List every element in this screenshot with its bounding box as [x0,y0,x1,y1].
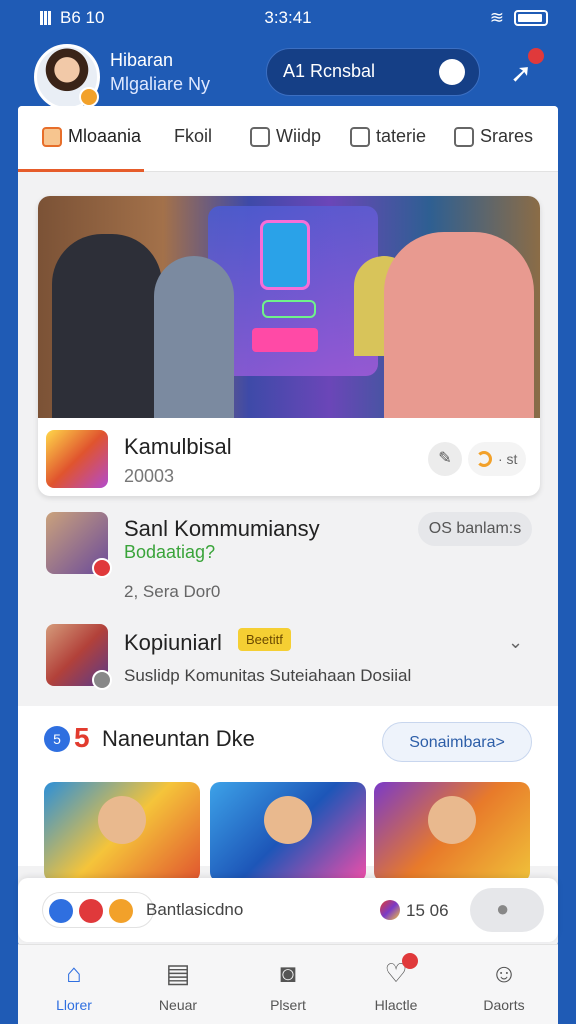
list-subtitle: Suslidp Komunitas Suteiahaan Dosiial [124,666,412,685]
camera-icon: ◙ [280,958,296,988]
hero-image [38,196,540,418]
notification-dot [402,953,418,969]
send-button[interactable]: ➚ [504,48,544,90]
record-icon [92,558,112,578]
nav-item-profile[interactable]: ☺ Daorts [464,957,544,1013]
hero-person [52,234,162,418]
main-panel: Mloaania Fkoil Wiidp taterie Srares Kamu… [18,106,558,946]
nav-item-camera[interactable]: ◙ Plsert [248,957,328,1013]
tab-label: Fkoil [174,126,213,146]
hero-phone [260,220,310,290]
tab-srares[interactable]: Srares [454,126,533,147]
smile-icon[interactable] [109,899,133,923]
app-header: Hibaran Mlgaliare Ny A1 Rcnsbal ➚ [0,36,576,112]
list-meta: 2, Sera Dor0 [124,582,221,601]
notification-dot [528,48,544,64]
game-tile[interactable] [374,782,530,882]
home-icon [42,126,62,147]
share-count: 15 06 [380,900,449,921]
game-tile[interactable] [44,782,200,882]
lock-icon[interactable] [79,899,103,923]
recommended-section: 5 5 Naneuntan Dke Sonaimbara> [18,706,558,882]
tab-wiidp[interactable]: Wiidp [250,126,321,147]
status-bar: B6 10 3:3:41 ≋ [0,0,576,36]
list-item[interactable]: Sanl Kommumiansy Bodaatiag? 2, Sera Dor0… [18,506,558,610]
share-icon [454,126,474,147]
tab-label: Mloaania [68,126,142,146]
wifi-icon: ≋ [489,8,504,27]
list-title: Kopiuniarl [124,630,222,655]
tab-fkoil[interactable]: Fkoil [174,126,212,147]
edit-button[interactable]: ✎ [428,442,462,476]
share-icons[interactable] [42,892,154,928]
home-icon: ⌂ [66,958,82,988]
share-text: Bantlasicdno [146,900,244,919]
share-count-value: 15 06 [406,901,449,920]
hero-glow [262,300,316,318]
nav-item-news[interactable]: ▤ Neuar [138,957,218,1013]
hero-tray [252,328,318,352]
loader-icon [476,451,492,467]
search-pill[interactable]: A1 Rcnsbal [266,48,480,96]
tab-label: Wiidp [276,126,322,146]
nav-label: Neuar [158,997,198,1013]
twitter-icon[interactable] [49,899,73,923]
nav-label: Hlactle [374,997,418,1013]
tile-image [428,796,476,844]
tab-home[interactable]: Mloaania [42,126,141,147]
wand-icon: ✎ [438,450,452,467]
list-subtitle: Bodaatiag? [124,542,216,562]
game-tile[interactable] [210,782,366,882]
tab-label: taterie [376,126,427,146]
list-item[interactable]: Kopiuniarl Beetitf Suslidp Komunitas Sut… [18,620,558,710]
list-thumbnail [46,624,112,690]
action-label: · st [498,451,518,467]
tab-bar: Mloaania Fkoil Wiidp taterie Srares [18,106,558,172]
tab-label: Srares [480,126,534,146]
list-tag: Beetitf [238,628,291,651]
avatar[interactable] [34,44,100,110]
news-icon: ▤ [165,958,191,988]
nav-label: Plsert [270,997,306,1013]
active-tab-indicator [18,169,144,172]
badge-icon: 5 [44,726,70,752]
battery-icon [514,10,548,26]
user-button[interactable]: ● [470,888,544,932]
action-button[interactable]: · st [468,442,526,476]
bottom-nav: ⌂ Llorer ▤ Neuar ◙ Plsert ♡ Hlactle ☺ Daorts [18,944,558,1024]
section-title: Naneuntan Dke [102,726,255,751]
list-title: Sanl Kommumiansy [124,516,320,541]
person-icon: ● [496,896,510,921]
color-wheel-icon [380,900,400,920]
section-number: 5 [74,722,90,753]
profile-name: Hibaran [110,50,174,70]
send-icon: ➚ [510,58,532,88]
share-bar: Bantlasicdno 15 06 ● [18,878,558,942]
diamond-icon [250,126,270,147]
tab-taterie[interactable]: taterie [350,126,426,147]
tile-image [98,796,146,844]
info-icon [92,670,112,690]
nav-item-home[interactable]: ⌂ Llorer [34,957,114,1013]
flower-icon [439,59,465,85]
nav-item-favorites[interactable]: ♡ Hlactle [356,953,436,1013]
avatar-badge-icon [79,87,99,107]
hero-person [384,232,534,418]
feature-card[interactable]: Kamulbisal 20003 ✎ · st [38,196,540,496]
tile-image [264,796,312,844]
nav-label: Llorer [56,997,92,1013]
feature-subtitle: 20003 [124,466,175,486]
search-label: A1 Rcnsbal [283,61,376,81]
list-pill-button[interactable]: OS banlam:s [418,512,532,546]
chevron-down-icon[interactable]: ⌄ [508,632,523,653]
profile-subtitle: Mlgaliare Ny [110,74,211,94]
nav-label: Daorts [483,997,525,1013]
feature-thumbnail [46,430,108,488]
see-more-button[interactable]: Sonaimbara> [382,722,532,762]
list-thumbnail [46,512,112,578]
pencil-icon [350,126,370,147]
person-icon: ☺ [490,958,518,988]
feature-title: Kamulbisal [124,434,232,459]
hero-person [154,256,234,418]
